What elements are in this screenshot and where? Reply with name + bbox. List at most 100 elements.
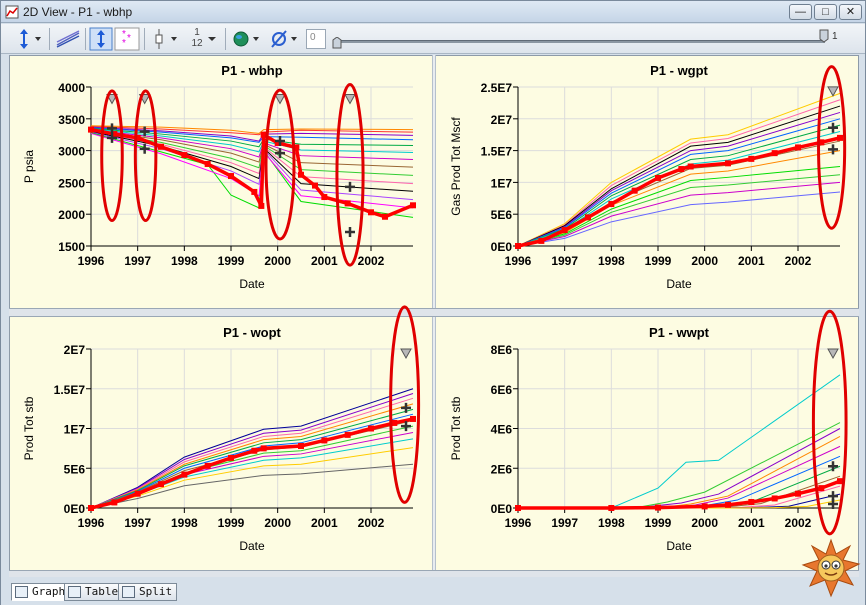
window-title: 2D View - P1 - wbhp (23, 5, 133, 19)
y-tick-label: 3000 (58, 145, 85, 159)
markers-icon[interactable]: * * * (114, 27, 140, 51)
highlight-point (771, 150, 778, 157)
arrows-vertical-icon[interactable] (15, 27, 45, 51)
highlight-point (655, 174, 661, 181)
svg-text:*: * (122, 38, 126, 49)
x-tick-label: 2000 (691, 516, 718, 530)
x-tick-label: 1999 (645, 254, 672, 268)
highlight-point (134, 490, 141, 497)
highlight-point (181, 152, 188, 159)
slider-start-handle[interactable] (332, 37, 342, 49)
highlight-point (748, 499, 755, 506)
y-tick-label: 1E7 (64, 423, 86, 437)
highlight-point (88, 126, 94, 133)
toolbar-separator (225, 28, 226, 50)
toolbar: * * * 1 12 (1, 24, 865, 54)
x-tick-label: 1997 (551, 516, 578, 530)
step-icon[interactable]: 1 12 (189, 27, 205, 51)
highlight-point (771, 495, 778, 502)
ensemble-line (518, 465, 841, 509)
markup-ellipse (100, 89, 124, 223)
highlight-point (515, 505, 521, 511)
slider-end-handle[interactable] (819, 29, 829, 43)
boxplot-icon[interactable] (151, 27, 181, 51)
x-axis-label: Date (239, 539, 265, 553)
y-tick-label: 5E6 (491, 208, 513, 222)
slider-value-field[interactable]: 0 (306, 29, 326, 49)
chart-wopt[interactable]: P1 - wopt 0E0 5E6 1E7 1.5E7 2E7 1996 1997 1998 19… (9, 305, 432, 570)
x-tick-label: 2001 (311, 254, 338, 268)
highlight-point (228, 454, 234, 461)
view-tabs: Graph Table Split (1, 580, 865, 605)
chart-panel-wwpt[interactable]: P1 - wwpt 0E0 2E6 4E6 6E6 8E6 1996 1997 1998 1999… (436, 309, 859, 570)
ensemble-line (518, 374, 841, 509)
x-tick-label: 2001 (311, 516, 338, 530)
horizontal-splitter[interactable] (9, 308, 859, 317)
x-tick-label: 1997 (551, 254, 578, 268)
ensemble-line (90, 447, 414, 509)
y-tick-label: 2E7 (491, 113, 513, 127)
x-tick-label: 2000 (691, 254, 718, 268)
tab-table-label: Table (85, 585, 119, 598)
y-tick-label: 1E7 (491, 176, 513, 190)
tab-split-label: Split (139, 585, 173, 598)
x-tick-label: 1996 (78, 516, 105, 530)
highlight-point (538, 237, 545, 244)
highlight-point (344, 431, 351, 438)
y-tick-label: 5E6 (64, 462, 86, 476)
lines-icon[interactable] (55, 27, 81, 51)
highlight-point (837, 134, 843, 141)
tab-table[interactable]: Table (64, 583, 124, 601)
highlight-point (701, 503, 708, 510)
y-tick-label: 2000 (58, 208, 85, 222)
y-tick-label: 8E6 (491, 343, 513, 357)
title-bar: 2D View - P1 - wbhp — □ ✕ (1, 1, 865, 23)
highlight-point (181, 471, 188, 478)
close-button[interactable]: ✕ (839, 4, 862, 20)
highlight-point (321, 437, 328, 444)
x-tick-label: 1998 (598, 254, 625, 268)
highlight-point (158, 143, 164, 150)
highlight-point (298, 171, 304, 178)
observed-triangle-marker (400, 348, 412, 360)
y-tick-label: 0E0 (491, 502, 513, 516)
empty-set-icon[interactable] (267, 27, 301, 51)
chart-title: P1 - wgpt (650, 63, 708, 78)
tab-graph[interactable]: Graph (11, 583, 71, 601)
chart-wwpt[interactable]: P1 - wwpt 0E0 2E6 4E6 6E6 8E6 1996 1997 1998 1999… (436, 309, 859, 570)
highlight-point (228, 173, 234, 180)
x-tick-label: 1999 (645, 516, 672, 530)
highlight-point (585, 214, 591, 221)
chart-wgpt[interactable]: P1 - wgpt 0E0 5E6 1E7 1.5E7 2E7 2.5E7 1996 1997 1… (436, 55, 859, 308)
highlight-point (368, 209, 374, 216)
highlight-point (88, 505, 94, 511)
x-axis-label: Date (666, 539, 692, 553)
maximize-button[interactable]: □ (814, 4, 837, 20)
sun-sticker-icon (801, 538, 861, 598)
chart-wbhp[interactable]: P1 - wbhp 1500 2000 2500 3000 3500 4000 1996 199… (9, 55, 432, 308)
y-tick-label: 2E6 (491, 462, 513, 476)
highlight-point (818, 485, 825, 492)
tab-split[interactable]: Split (118, 583, 178, 601)
chevron-down-icon[interactable] (205, 27, 219, 51)
highlight-point (608, 201, 615, 208)
chart-title: P1 - wwpt (649, 325, 710, 340)
chart-panel-wopt[interactable]: P1 - wopt 0E0 5E6 1E7 1.5E7 2E7 1996 1997 1998 19… (9, 305, 432, 570)
app-window: 2D View - P1 - wbhp — □ ✕ * * * 1 12 0 1… (0, 0, 866, 605)
bottom-splitter[interactable] (9, 570, 859, 577)
highlight-point (251, 188, 258, 195)
globe-icon[interactable] (231, 27, 263, 51)
arrows-selected-icon[interactable] (89, 27, 113, 51)
x-tick-label: 1996 (78, 254, 105, 268)
chart-panel-wgpt[interactable]: P1 - wgpt 0E0 5E6 1E7 1.5E7 2E7 2.5E7 1996 1997 1… (436, 55, 859, 308)
chart-title: P1 - wopt (223, 325, 281, 340)
time-slider[interactable] (335, 40, 825, 43)
toolbar-separator (144, 28, 145, 50)
minimize-button[interactable]: — (789, 4, 812, 20)
y-tick-label: 0E0 (64, 502, 86, 516)
chart-panel-wbhp[interactable]: P1 - wbhp 1500 2000 2500 3000 3500 4000 1996 199… (9, 55, 432, 308)
markup-ellipse (811, 309, 848, 536)
y-tick-label: 2E7 (64, 343, 86, 357)
x-tick-label: 2000 (264, 516, 291, 530)
highlight-point (795, 144, 801, 151)
